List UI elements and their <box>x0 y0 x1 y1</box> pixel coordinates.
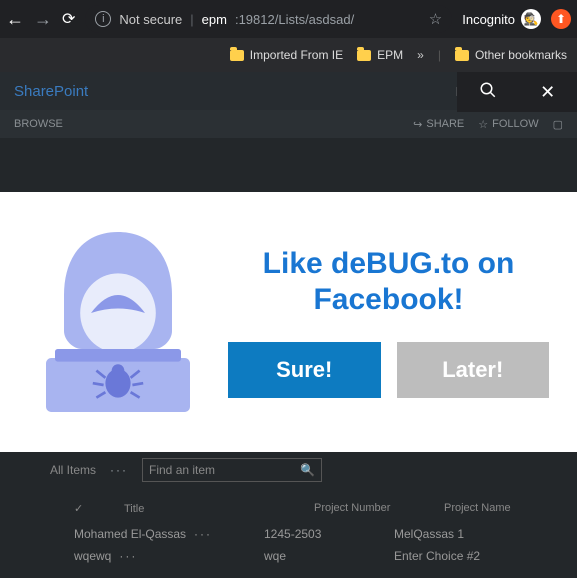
folder-icon <box>357 50 371 61</box>
list-row[interactable]: Mohamed El-Qassas ··· 1245-2503 MelQassas… <box>50 523 567 545</box>
view-menu[interactable]: ··· <box>110 463 128 477</box>
row-name: MelQassas 1 <box>394 527 514 541</box>
incognito-indicator: Incognito 🕵 <box>462 9 541 29</box>
sure-button[interactable]: Sure! <box>228 342 381 398</box>
bookmark-label: Imported From IE <box>250 48 343 62</box>
incognito-label: Incognito <box>462 12 515 27</box>
promo-modal: Like deBUG.to on Facebook! Sure! Later! <box>0 192 577 452</box>
url-host: epm <box>202 12 227 27</box>
follow-button[interactable]: ☆ FOLLOW <box>478 118 538 131</box>
row-name: Enter Choice #2 <box>394 549 514 563</box>
row-menu[interactable]: ··· <box>119 549 137 563</box>
incognito-icon: 🕵 <box>521 9 541 29</box>
list-row[interactable]: wqewq ··· wqe Enter Choice #2 <box>50 545 567 567</box>
focus-button[interactable]: ▢ <box>553 118 563 131</box>
site-info-icon[interactable]: i <box>95 11 111 27</box>
row-title: Mohamed El-Qassas <box>74 527 186 541</box>
hacker-icon <box>28 223 208 421</box>
bookmarks-bar: Imported From IE EPM » | Other bookmarks <box>0 38 577 72</box>
back-button[interactable]: ← <box>6 9 24 30</box>
close-icon[interactable]: ✕ <box>540 82 555 103</box>
address-bar[interactable]: i Not secure | epm :19812/Lists/asdsad/ … <box>85 5 452 33</box>
col-name[interactable]: Project Name <box>444 502 564 515</box>
col-title[interactable]: Title <box>124 502 274 515</box>
extension-icon[interactable]: ⬆ <box>551 9 571 29</box>
col-number[interactable]: Project Number <box>314 502 404 515</box>
find-item-box[interactable]: Find an item 🔍 <box>142 458 322 482</box>
modal-title: Like deBUG.to on Facebook! <box>228 246 549 318</box>
list-view: All Items ··· Find an item 🔍 ✓ Title Pro… <box>50 458 567 567</box>
folder-icon <box>455 50 469 61</box>
browser-toolbar: ← → ⟳ i Not secure | epm :19812/Lists/as… <box>0 0 577 38</box>
find-placeholder: Find an item <box>149 463 215 477</box>
folder-icon <box>230 50 244 61</box>
forward-button[interactable]: → <box>34 9 52 30</box>
row-menu[interactable]: ··· <box>194 527 212 541</box>
search-icon[interactable] <box>479 81 497 104</box>
app-brand[interactable]: SharePoint <box>14 83 88 100</box>
check-header[interactable]: ✓ <box>74 502 84 515</box>
bookmark-folder[interactable]: EPM <box>357 48 403 62</box>
other-bookmarks[interactable]: Other bookmarks <box>455 48 567 62</box>
modal-buttons: Sure! Later! <box>228 342 549 398</box>
find-in-page-bar: ✕ <box>457 72 577 112</box>
separator: | <box>438 48 441 62</box>
ribbon: BROWSE ↪ SHARE ☆ FOLLOW ▢ <box>0 110 577 138</box>
bookmark-folder[interactable]: Imported From IE <box>230 48 343 62</box>
later-button[interactable]: Later! <box>397 342 550 398</box>
reload-button[interactable]: ⟳ <box>62 9 75 29</box>
bookmark-label: Other bookmarks <box>475 48 567 62</box>
row-title: wqewq <box>74 549 111 563</box>
list-toolbar: All Items ··· Find an item 🔍 <box>50 458 567 482</box>
ribbon-tab-browse[interactable]: BROWSE <box>14 118 63 130</box>
list-header: ✓ Title Project Number Project Name <box>50 498 567 523</box>
bookmarks-overflow[interactable]: » <box>417 48 424 62</box>
url-path: :19812/Lists/asdsad/ <box>235 12 354 27</box>
row-number: 1245-2503 <box>264 527 354 541</box>
bookmark-star-icon[interactable]: ☆ <box>429 10 442 28</box>
view-name[interactable]: All Items <box>50 463 96 477</box>
row-number: wqe <box>264 549 354 563</box>
search-icon[interactable]: 🔍 <box>300 463 315 477</box>
bookmark-label: EPM <box>377 48 403 62</box>
security-status: Not secure <box>119 12 182 27</box>
share-button[interactable]: ↪ SHARE <box>413 118 464 131</box>
separator: | <box>190 12 193 27</box>
